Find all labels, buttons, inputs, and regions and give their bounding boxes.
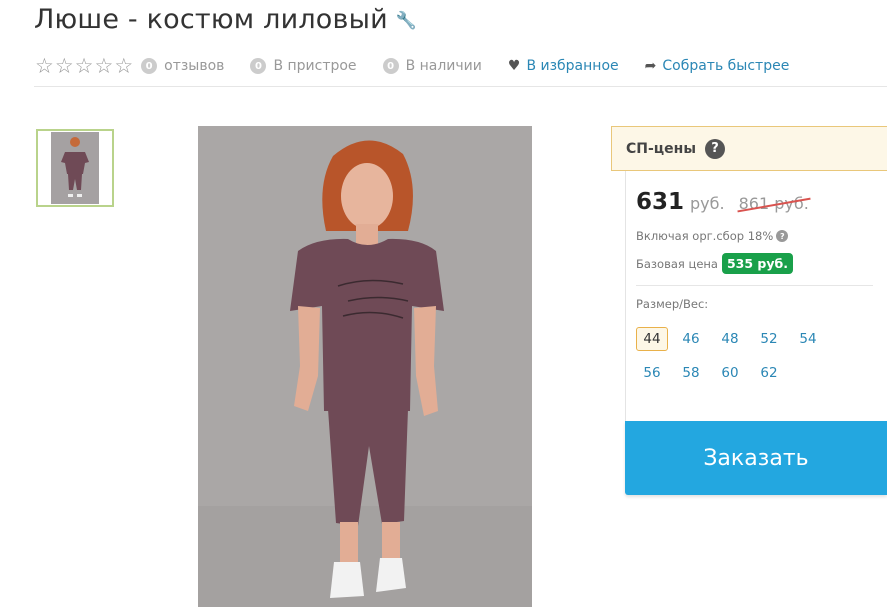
size-option[interactable]: 54 [792,327,824,351]
product-thumbnail[interactable] [36,129,114,207]
collect-label: Собрать быстрее [662,58,790,74]
sp-prices-title: СП-цены [626,140,697,157]
price-separator [636,285,873,286]
sp-prices-header: СП-цены ? [611,126,887,171]
star-outline-icon[interactable]: ☆ [35,55,54,77]
product-title-text: Люше - костюм лиловый [34,4,388,35]
star-outline-icon[interactable]: ☆ [114,55,133,77]
favorite-label: В избранное [526,58,619,74]
question-circle-icon[interactable]: ? [776,230,789,242]
pristroy-label: В пристрое [273,58,357,74]
rating-stars[interactable]: ☆ ☆ ☆ ☆ ☆ [35,55,133,77]
reviews-count-badge: 0 [141,58,158,74]
collect-faster-link[interactable]: ➦ Собрать быстрее [645,58,790,74]
stock-link[interactable]: 0 В наличии [382,58,482,74]
base-price-badge: 535 руб. [721,253,793,274]
reviews-link[interactable]: 0 отзывов [141,58,224,74]
size-option[interactable]: 48 [714,327,746,351]
product-title: Люше - костюм лиловый 🔧 [34,4,417,35]
size-option[interactable]: 58 [675,361,707,385]
size-option[interactable]: 62 [753,361,785,385]
price-currency: руб. [690,194,725,213]
heart-icon: ♥ [507,58,521,74]
order-button[interactable]: Заказать [625,421,887,495]
pristroy-link[interactable]: 0 В пристрое [250,58,357,74]
stock-count-badge: 0 [382,58,399,74]
size-label: Размер/Вес: [636,297,709,311]
add-to-favorites-link[interactable]: ♥ В избранное [508,58,619,74]
star-outline-icon[interactable]: ☆ [75,55,94,77]
price-line: 631 руб. 861 руб. [636,189,809,215]
header-divider [34,86,887,87]
product-meta-row: ☆ ☆ ☆ ☆ ☆ 0 отзывов 0 В пристрое 0 В нал… [35,54,815,78]
size-option[interactable]: 60 [714,361,746,385]
question-circle-icon[interactable]: ? [705,138,726,159]
price-panel: СП-цены ? 631 руб. 861 руб. Включая орг.… [611,126,887,607]
model-illustration [198,126,532,607]
reviews-label: отзывов [164,58,225,74]
star-outline-icon[interactable]: ☆ [55,55,74,77]
old-price: 861 руб. [738,194,809,213]
pristroy-count-badge: 0 [250,58,267,74]
stock-label: В наличии [405,58,482,74]
share-arrow-icon: ➦ [644,58,657,74]
current-price: 631 [636,189,685,215]
size-option[interactable]: 46 [675,327,707,351]
thumbnail-image [51,132,99,204]
base-price-line: Базовая цена 535 руб. [636,253,793,274]
wrench-icon[interactable]: 🔧 [396,11,417,31]
product-main-image[interactable] [198,126,532,607]
size-options: 44 46 48 52 54 56 58 60 62 [636,327,836,385]
star-outline-icon[interactable]: ☆ [94,55,113,77]
base-price-label: Базовая цена [636,256,718,271]
size-option[interactable]: 56 [636,361,668,385]
org-fee-line: Включая орг.сбор 18% ? [636,229,789,243]
size-option[interactable]: 52 [753,327,785,351]
org-fee-text: Включая орг.сбор 18% [636,229,774,243]
size-option[interactable]: 44 [636,327,668,351]
